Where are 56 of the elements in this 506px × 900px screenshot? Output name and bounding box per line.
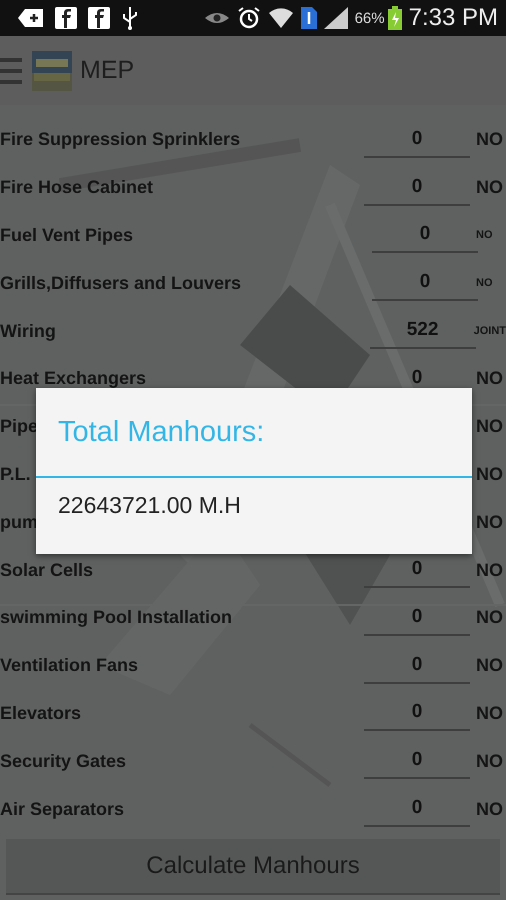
sim-icon <box>300 7 317 29</box>
quantity-field[interactable]: 0 <box>372 217 478 254</box>
unit-label: NO <box>476 129 504 150</box>
unit-label: NO <box>476 229 494 242</box>
menu-icon[interactable] <box>0 56 22 86</box>
quantity-field[interactable]: 0 <box>364 791 470 828</box>
wifi-icon <box>268 6 294 30</box>
item-label: Air Separators <box>0 798 124 820</box>
item-label: Fuel Vent Pipes <box>0 224 134 246</box>
item-label: Pipe <box>0 416 38 438</box>
unit-label: NO <box>476 750 504 772</box>
unit-label: NO <box>476 368 504 390</box>
quantity-field[interactable]: 0 <box>372 265 478 302</box>
item-label: Fire Hose Cabinet <box>0 177 154 198</box>
item-label: Ventilation Fans <box>0 655 138 676</box>
unit-label: NO <box>476 416 504 438</box>
facebook-icon <box>55 7 77 29</box>
app-title: MEP <box>80 56 134 85</box>
quantity-field[interactable]: 0 <box>364 600 470 636</box>
item-label: Grills,Diffusers and Louvers <box>0 272 242 294</box>
item-label: Fire Suppression Sprinklers <box>0 129 240 150</box>
dialog-message: 22643721.00 M.H <box>57 491 242 520</box>
battery-percent: 66% <box>354 10 385 26</box>
unit-label: NO <box>476 464 504 485</box>
dialog-title: Total Manhours: <box>36 388 472 478</box>
usb-icon <box>121 6 139 30</box>
unit-label: NO <box>476 560 504 581</box>
facebook-icon <box>88 7 110 29</box>
quantity-field[interactable]: 0 <box>364 743 470 780</box>
calculate-button[interactable]: Calculate Manhours <box>6 838 500 895</box>
item-label: Security Gates <box>0 750 126 772</box>
unit-label: NO <box>476 702 504 724</box>
unit-label: NO <box>476 655 504 676</box>
unit-label: NO <box>476 607 504 628</box>
unit-label: JOINT <box>474 325 506 338</box>
signal-icon <box>324 7 348 29</box>
quantity-field[interactable]: 0 <box>364 122 470 158</box>
item-label: P.L. <box>0 464 31 485</box>
unit-label: NO <box>476 798 504 820</box>
item-label: Solar Cells <box>0 560 94 581</box>
app-logo-icon <box>32 50 72 90</box>
quantity-field[interactable]: 0 <box>364 170 470 206</box>
item-label: Wiring <box>0 320 56 342</box>
clock-time: 7:33 PM <box>408 4 498 32</box>
battery-icon <box>388 6 402 30</box>
unit-label: NO <box>476 177 504 198</box>
item-label: swimming Pool Installation <box>0 607 232 628</box>
quantity-field[interactable]: 0 <box>364 648 470 684</box>
unit-label: NO <box>476 512 504 533</box>
keyboard-icon <box>18 8 44 28</box>
quantity-field[interactable]: 0 <box>364 695 470 732</box>
item-label: pum <box>0 512 38 533</box>
alarm-icon <box>236 6 261 30</box>
item-label: Heat Exchangers <box>0 368 146 390</box>
item-label: Elevators <box>0 702 82 724</box>
unit-label: NO <box>476 277 494 290</box>
